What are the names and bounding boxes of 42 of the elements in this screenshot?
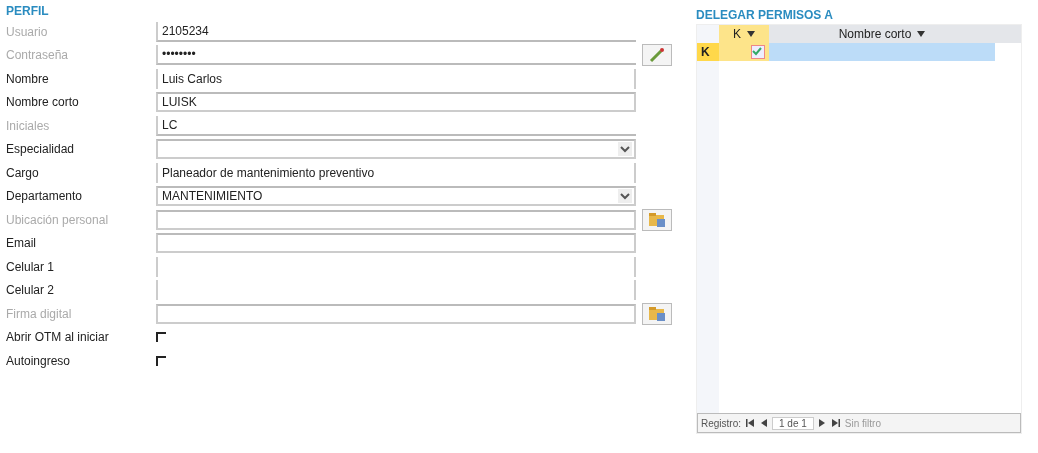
input-field[interactable]: Luis Carlos	[156, 68, 636, 89]
previous-record-button[interactable]	[759, 419, 769, 427]
column-header[interactable]: K	[719, 25, 769, 43]
field-label: Email	[6, 236, 37, 251]
filter-arrow-icon[interactable]	[917, 30, 926, 38]
column-header[interactable]: Nombre corto	[769, 25, 995, 43]
field-label: Departamento	[6, 189, 84, 204]
folder-icon	[648, 305, 666, 322]
checkbox[interactable]	[156, 332, 166, 343]
record-label: Registro:	[700, 417, 741, 429]
next-record-button[interactable]	[816, 419, 827, 427]
field-label: Firma digital	[6, 306, 73, 321]
dropdown-field[interactable]: MANTENIMIENTO	[156, 186, 636, 207]
input-field[interactable]	[156, 233, 636, 254]
record-position-field[interactable]: 1 de 1	[772, 416, 814, 430]
field-label: Nombre corto	[6, 95, 80, 110]
field-label: Cargo	[6, 165, 40, 180]
field-label: Celular 1	[6, 259, 56, 274]
folder-icon	[648, 211, 666, 228]
dropdown-field[interactable]	[156, 139, 636, 160]
field-label: Ubicación personal	[6, 212, 110, 227]
field-label: Celular 2	[6, 283, 56, 298]
field-label: Contraseña	[6, 48, 70, 63]
field-label: Abrir OTM al iniciar	[6, 330, 110, 345]
field-label: Nombre	[6, 71, 50, 86]
field-label: Usuario	[6, 24, 49, 39]
input-field[interactable]	[156, 256, 636, 277]
checkbox[interactable]	[156, 355, 166, 366]
field-label: Autoingreso	[6, 353, 72, 368]
last-record-button[interactable]	[829, 419, 842, 427]
filter-arrow-icon[interactable]	[747, 30, 755, 38]
section-title: DELEGAR PERMISOS A	[696, 8, 834, 24]
input-field[interactable]	[156, 280, 636, 301]
first-record-button[interactable]	[744, 419, 756, 427]
input-field[interactable]: Planeador de mantenimiento preventivo	[156, 162, 636, 183]
field-label: Iniciales	[6, 118, 51, 133]
section-title: PERFIL	[6, 4, 50, 20]
field-label: Especialidad	[6, 142, 76, 157]
pencil-icon	[648, 46, 666, 65]
row-indicator[interactable]: K	[697, 43, 719, 61]
input-field[interactable]: LUISK	[156, 92, 636, 113]
checkbox[interactable]	[751, 45, 765, 59]
